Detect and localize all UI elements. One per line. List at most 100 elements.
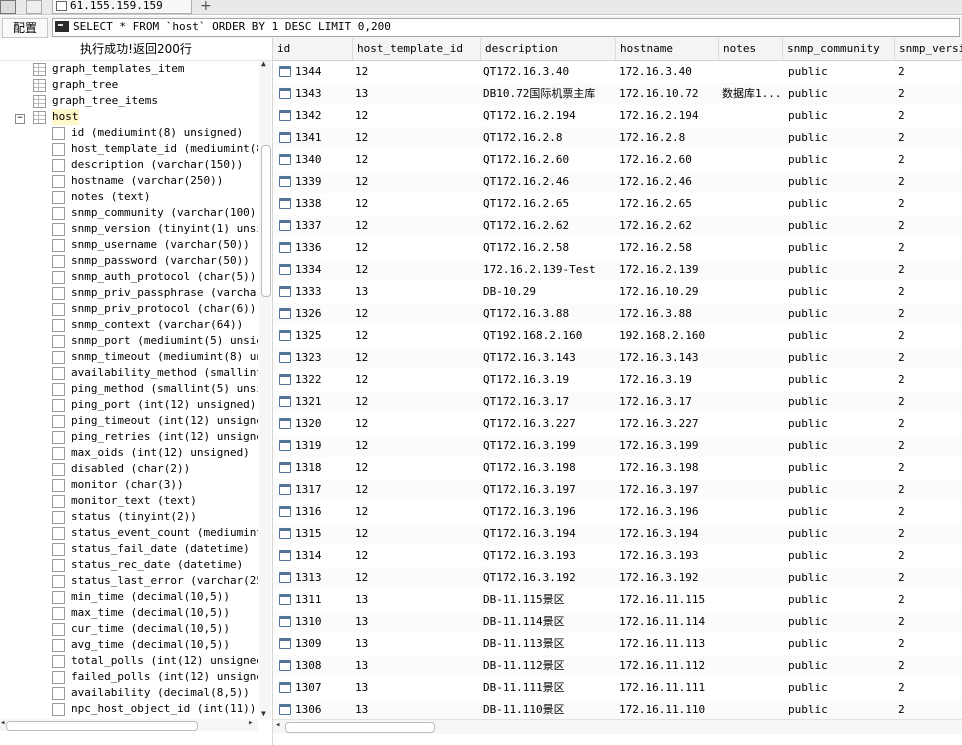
- table-cell[interactable]: 13: [355, 655, 479, 677]
- table-row[interactable]: 1320 12 QT172.16.3.227 172.16.3.227 public 2: [273, 413, 962, 435]
- tree-item-column[interactable]: notes (text): [0, 189, 258, 205]
- table-cell[interactable]: [722, 479, 781, 501]
- tree-item-column[interactable]: snmp_password (varchar(50)): [0, 253, 258, 269]
- tree-item-column[interactable]: host_template_id (mediumint(8) un: [0, 141, 258, 157]
- table-row[interactable]: 1317 12 QT172.16.3.197 172.16.3.197 public 2: [273, 479, 962, 501]
- table-cell[interactable]: 1310: [295, 611, 351, 633]
- grid-view-icon[interactable]: [26, 0, 42, 14]
- table-cell[interactable]: 172.16.2.46: [619, 171, 717, 193]
- table-cell[interactable]: 172.16.3.17: [619, 391, 717, 413]
- table-cell[interactable]: QT172.16.3.17: [483, 391, 614, 413]
- table-cell[interactable]: public: [788, 611, 893, 633]
- table-cell[interactable]: [722, 589, 781, 611]
- table-cell[interactable]: 2: [898, 281, 962, 303]
- table-row[interactable]: 1326 12 QT172.16.3.88 172.16.3.88 public 2: [273, 303, 962, 325]
- table-cell[interactable]: public: [788, 259, 893, 281]
- table-cell[interactable]: public: [788, 193, 893, 215]
- table-cell[interactable]: [722, 325, 781, 347]
- column-header-4[interactable]: notes: [719, 38, 783, 60]
- tree-item-column[interactable]: status_rec_date (datetime): [0, 557, 258, 573]
- table-cell[interactable]: [722, 699, 781, 721]
- table-row[interactable]: 1310 13 DB-11.114景区 172.16.11.114 public 2: [273, 611, 962, 633]
- tree-item-column[interactable]: ping_timeout (int(12) unsigned): [0, 413, 258, 429]
- table-cell[interactable]: QT172.16.3.88: [483, 303, 614, 325]
- scroll-down-arrow-icon[interactable]: ▼: [261, 709, 266, 718]
- table-row[interactable]: 1319 12 QT172.16.3.199 172.16.3.199 public 2: [273, 435, 962, 457]
- table-cell[interactable]: 2: [898, 435, 962, 457]
- tree-item-column[interactable]: availability (decimal(8,5)): [0, 685, 258, 701]
- table-cell[interactable]: public: [788, 237, 893, 259]
- table-cell[interactable]: public: [788, 347, 893, 369]
- table-cell[interactable]: 1308: [295, 655, 351, 677]
- tree-item-column[interactable]: failed_polls (int(12) unsigned): [0, 669, 258, 685]
- tree-item-column[interactable]: id (mediumint(8) unsigned): [0, 125, 258, 141]
- table-cell[interactable]: 13: [355, 633, 479, 655]
- table-cell[interactable]: 172.16.3.199: [619, 435, 717, 457]
- table-cell[interactable]: public: [788, 457, 893, 479]
- table-cell[interactable]: QT172.16.2.60: [483, 149, 614, 171]
- table-cell[interactable]: QT172.16.3.19: [483, 369, 614, 391]
- table-cell[interactable]: QT172.16.3.192: [483, 567, 614, 589]
- tree-item-column[interactable]: hostname (varchar(250)): [0, 173, 258, 189]
- tree-item-column[interactable]: snmp_priv_passphrase (varchar(200: [0, 285, 258, 301]
- table-cell[interactable]: QT172.16.3.194: [483, 523, 614, 545]
- table-cell[interactable]: QT172.16.2.46: [483, 171, 614, 193]
- table-cell[interactable]: 2: [898, 523, 962, 545]
- table-cell[interactable]: 2: [898, 325, 962, 347]
- table-cell[interactable]: public: [788, 699, 893, 721]
- table-cell[interactable]: 2: [898, 171, 962, 193]
- table-cell[interactable]: [722, 193, 781, 215]
- table-cell[interactable]: public: [788, 435, 893, 457]
- table-cell[interactable]: 172.16.11.110: [619, 699, 717, 721]
- table-cell[interactable]: 172.16.11.111: [619, 677, 717, 699]
- table-cell[interactable]: [722, 347, 781, 369]
- table-cell[interactable]: 1339: [295, 171, 351, 193]
- table-cell[interactable]: 13: [355, 281, 479, 303]
- add-tab-button[interactable]: +: [200, 0, 212, 14]
- tree-item-column[interactable]: snmp_context (varchar(64)): [0, 317, 258, 333]
- table-cell[interactable]: [722, 171, 781, 193]
- table-cell[interactable]: public: [788, 281, 893, 303]
- table-cell[interactable]: 1336: [295, 237, 351, 259]
- table-cell[interactable]: 172.16.2.60: [619, 149, 717, 171]
- table-cell[interactable]: 2: [898, 105, 962, 127]
- table-cell[interactable]: 12: [355, 369, 479, 391]
- table-cell[interactable]: 2: [898, 545, 962, 567]
- table-cell[interactable]: 12: [355, 501, 479, 523]
- tree-item-column[interactable]: snmp_timeout (mediumint(8) unsigne: [0, 349, 258, 365]
- table-cell[interactable]: 172.16.2.8: [619, 127, 717, 149]
- table-cell[interactable]: [722, 501, 781, 523]
- table-cell[interactable]: public: [788, 105, 893, 127]
- tree-item-column[interactable]: snmp_username (varchar(50)): [0, 237, 258, 253]
- tree-item-column[interactable]: cur_time (decimal(10,5)): [0, 621, 258, 637]
- table-cell[interactable]: 1323: [295, 347, 351, 369]
- table-cell[interactable]: [722, 435, 781, 457]
- table-cell[interactable]: 2: [898, 457, 962, 479]
- tree-scroll-thumb[interactable]: [261, 145, 271, 297]
- table-cell[interactable]: public: [788, 83, 893, 105]
- table-row[interactable]: 1306 13 DB-11.110景区 172.16.11.110 public 2: [273, 699, 962, 721]
- tree-item-column[interactable]: avg_time (decimal(10,5)): [0, 637, 258, 653]
- table-row[interactable]: 1307 13 DB-11.111景区 172.16.11.111 public 2: [273, 677, 962, 699]
- table-cell[interactable]: public: [788, 413, 893, 435]
- tree-item-column[interactable]: ping_port (int(12) unsigned): [0, 397, 258, 413]
- tab-connection[interactable]: 61.155.159.159: [52, 0, 192, 14]
- table-cell[interactable]: 12: [355, 413, 479, 435]
- table-cell[interactable]: public: [788, 655, 893, 677]
- tree-item-column[interactable]: snmp_auth_protocol (char(5)): [0, 269, 258, 285]
- table-cell[interactable]: 1319: [295, 435, 351, 457]
- table-cell[interactable]: 1315: [295, 523, 351, 545]
- table-cell[interactable]: 172.16.3.194: [619, 523, 717, 545]
- table-cell[interactable]: 1321: [295, 391, 351, 413]
- table-row[interactable]: 1344 12 QT172.16.3.40 172.16.3.40 public 2: [273, 61, 962, 83]
- table-cell[interactable]: 13: [355, 611, 479, 633]
- table-cell[interactable]: 12: [355, 127, 479, 149]
- table-cell[interactable]: public: [788, 391, 893, 413]
- table-row[interactable]: 1334 12 172.16.2.139-Test 172.16.2.139 publi…: [273, 259, 962, 281]
- table-cell[interactable]: 12: [355, 347, 479, 369]
- table-cell[interactable]: 1325: [295, 325, 351, 347]
- table-cell[interactable]: 172.16.3.198: [619, 457, 717, 479]
- tree-item-column[interactable]: status (tinyint(2)): [0, 509, 258, 525]
- table-cell[interactable]: 12: [355, 61, 479, 83]
- table-cell[interactable]: public: [788, 633, 893, 655]
